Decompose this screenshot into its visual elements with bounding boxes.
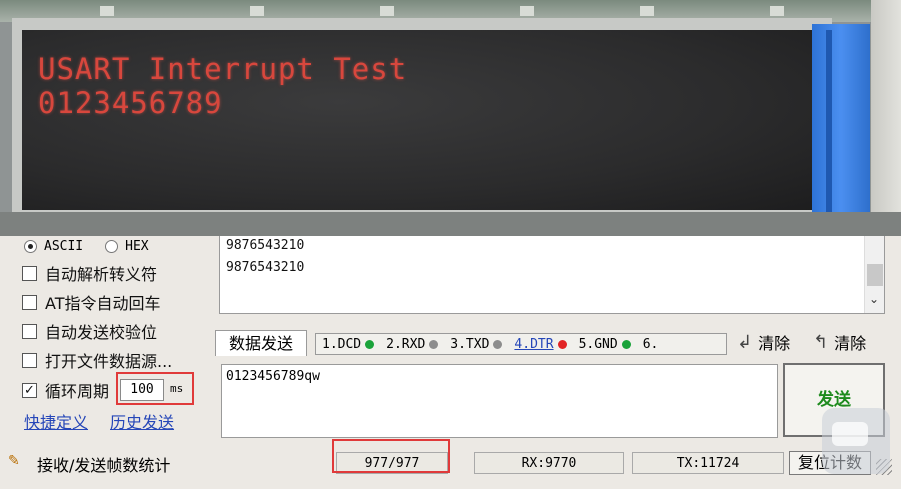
option-loop-send[interactable]: ✓ 循环周期 bbox=[22, 379, 109, 401]
pcb-side bbox=[871, 0, 901, 236]
receive-scrollbar[interactable]: ⌄ bbox=[864, 236, 884, 313]
pin-6: 6. bbox=[643, 337, 659, 352]
clear-up-arrow-icon: ↰ bbox=[813, 331, 829, 353]
pin-dcd: 1.DCD bbox=[322, 336, 375, 352]
clear-label: 清除 bbox=[758, 334, 791, 353]
watermark-logo bbox=[822, 408, 890, 474]
pin-gnd: 5.GND bbox=[579, 337, 631, 352]
serial-tool-panel: ASCII HEX 自动解析转义符 AT指令自动回车 自动发送校验位 打开文件数… bbox=[0, 236, 901, 489]
option-label: 自动发送校验位 bbox=[45, 323, 158, 342]
flex-cable-stripe bbox=[826, 30, 832, 230]
history-link[interactable]: 历史发送 bbox=[110, 409, 174, 433]
clear-receive-button[interactable]: ↲ 清除 bbox=[737, 330, 790, 354]
pin-label: 2.RXD bbox=[386, 336, 426, 352]
photo-bottom-edge bbox=[0, 212, 901, 236]
pin-label: 3.TXD bbox=[450, 336, 490, 352]
interval-input[interactable]: 100 bbox=[120, 379, 164, 401]
led-indicator bbox=[621, 339, 631, 349]
frame-count-highlight bbox=[332, 439, 450, 473]
shortcut-link[interactable]: 快捷定义 bbox=[24, 409, 88, 433]
option-label: 自动解析转义符 bbox=[45, 265, 158, 284]
rx-count-field: RX:9770 bbox=[474, 452, 624, 474]
pin-dtr[interactable]: 4.DTR bbox=[514, 337, 567, 352]
receive-line: 9876543210 bbox=[226, 260, 305, 275]
checkbox-checked[interactable]: ✓ bbox=[22, 382, 37, 398]
radio-hex-label: HEX bbox=[125, 238, 149, 254]
led-indicator bbox=[493, 339, 503, 349]
radio-ascii[interactable]: ASCII bbox=[24, 239, 83, 254]
radio-ascii-indicator bbox=[24, 239, 37, 253]
checkbox[interactable] bbox=[22, 294, 37, 310]
option-at-auto-return[interactable]: AT指令自动回车 bbox=[22, 291, 160, 313]
frame-stats-label: 接收/发送帧数统计 bbox=[37, 456, 171, 475]
lcd-photo: USART Interrupt Test 0123456789 bbox=[0, 0, 901, 236]
chat-bubble-icon bbox=[832, 422, 868, 446]
scroll-down-icon[interactable]: ⌄ bbox=[869, 292, 879, 306]
pin-label: 6. bbox=[642, 336, 659, 352]
display-mode-group: ASCII HEX bbox=[24, 236, 149, 256]
tab-data-send[interactable]: 数据发送 bbox=[215, 330, 307, 356]
interval-unit: ms bbox=[170, 382, 184, 395]
clear-send-button[interactable]: ↰ 清除 bbox=[813, 330, 866, 354]
option-label: 打开文件数据源... bbox=[45, 352, 173, 371]
tx-count-field: TX:11724 bbox=[632, 452, 784, 474]
led-indicator bbox=[365, 339, 375, 349]
receive-line: 9876543210 bbox=[226, 238, 305, 253]
pin-rxd: 2.RXD bbox=[386, 336, 439, 352]
lcd-line-2: 0123456789 bbox=[38, 86, 223, 120]
send-toolbar: 数据发送 1.DCD 2.RXD 3.TXD 4.DTR 5.GND 6. ↲ … bbox=[215, 330, 885, 356]
pin-label: 1.DCD bbox=[322, 336, 362, 352]
checkbox[interactable] bbox=[22, 323, 37, 339]
checkbox[interactable] bbox=[22, 265, 37, 281]
receive-textarea[interactable]: 9876543210 9876543210 ⌄ bbox=[219, 236, 885, 314]
pin-label[interactable]: 4.DTR bbox=[514, 337, 553, 352]
flex-cable bbox=[812, 24, 870, 236]
status-bar: ✎ 接收/发送帧数统计 977/977 RX:9770 TX:11724 复位计… bbox=[0, 448, 901, 476]
scrollbar-thumb[interactable] bbox=[867, 264, 883, 286]
radio-ascii-label: ASCII bbox=[44, 238, 84, 254]
option-auto-checksum[interactable]: 自动发送校验位 bbox=[22, 320, 157, 342]
send-textarea[interactable]: 0123456789qw bbox=[221, 364, 778, 438]
option-label: AT指令自动回车 bbox=[45, 294, 161, 313]
pin-txd: 3.TXD bbox=[450, 336, 503, 352]
pin-label: 5.GND bbox=[578, 336, 618, 352]
option-escape-parse[interactable]: 自动解析转义符 bbox=[22, 262, 157, 284]
clear-label: 清除 bbox=[834, 334, 867, 353]
pin-status-strip: 1.DCD 2.RXD 3.TXD 4.DTR 5.GND 6. bbox=[315, 333, 727, 355]
led-indicator bbox=[429, 339, 439, 349]
send-text: 0123456789qw bbox=[226, 369, 320, 384]
option-label: 循环周期 bbox=[45, 382, 110, 401]
radio-hex[interactable]: HEX bbox=[105, 238, 149, 254]
led-indicator bbox=[557, 339, 567, 349]
lcd-screen: USART Interrupt Test 0123456789 bbox=[22, 30, 817, 210]
checkbox[interactable] bbox=[22, 352, 37, 368]
lcd-line-1: USART Interrupt Test bbox=[38, 52, 408, 86]
radio-hex-indicator bbox=[105, 239, 119, 253]
option-file-source[interactable]: 打开文件数据源... bbox=[22, 349, 172, 371]
counter-icon: ✎ bbox=[8, 453, 20, 469]
clear-arrow-icon: ↲ bbox=[737, 331, 753, 353]
